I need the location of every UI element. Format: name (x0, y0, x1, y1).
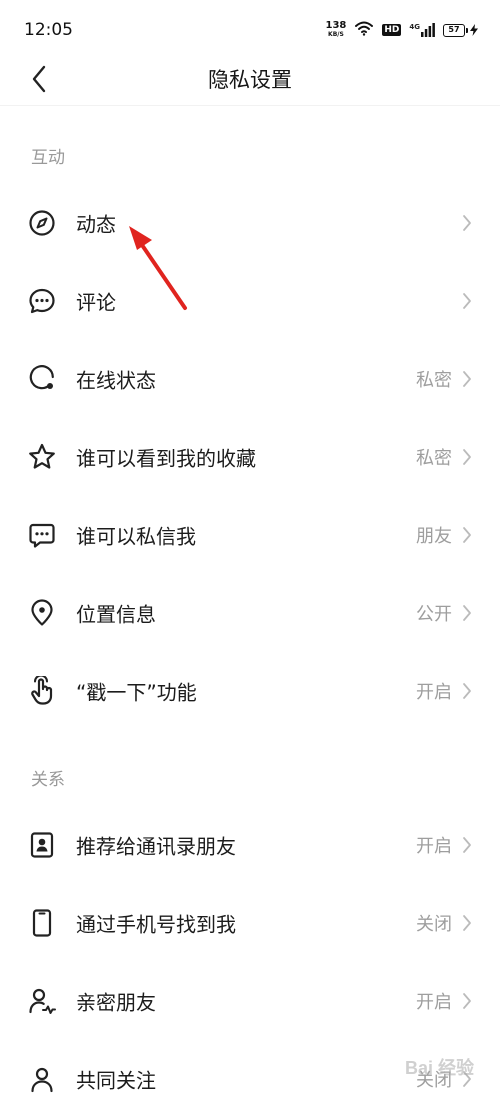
chevron-right-icon (460, 212, 474, 234)
phone-icon (27, 908, 57, 938)
contact-card-icon (27, 830, 57, 860)
row-location-info[interactable]: 位置信息 公开 (0, 574, 500, 652)
row-label: 共同关注 (76, 1065, 156, 1094)
chevron-right-icon (460, 990, 474, 1012)
status-time: 12:05 (24, 20, 73, 40)
row-value: 公开 (416, 600, 452, 626)
section-title-interaction: 互动 (31, 143, 65, 168)
status-icons: 138 KB/S HD 4G 57 (325, 20, 478, 40)
header-bar: 隐私设置 (0, 60, 500, 106)
row-label: 位置信息 (76, 599, 156, 628)
row-label: 在线状态 (76, 365, 156, 394)
row-find-by-phone[interactable]: 通过手机号找到我 关闭 (0, 884, 500, 962)
network-speed: 138 KB/S (325, 21, 346, 39)
battery-icon: 57 (443, 24, 478, 37)
hd-badge: HD (382, 24, 401, 36)
row-label: 动态 (76, 209, 116, 238)
row-label: 评论 (76, 287, 116, 316)
close-friend-icon (27, 986, 57, 1016)
online-status-icon (27, 364, 57, 394)
chevron-right-icon (460, 368, 474, 390)
row-moments[interactable]: 动态 (0, 184, 500, 262)
comment-icon (27, 286, 57, 316)
row-close-friends[interactable]: 亲密朋友 开启 (0, 962, 500, 1040)
row-direct-message[interactable]: 谁可以私信我 朋友 (0, 496, 500, 574)
status-bar: 12:05 138 KB/S HD 4G 57 (0, 0, 500, 60)
section-title-relations: 关系 (31, 765, 65, 790)
battery-level: 57 (443, 24, 465, 37)
location-pin-icon (27, 598, 57, 628)
chevron-right-icon (460, 834, 474, 856)
row-label: 推荐给通讯录朋友 (76, 831, 236, 860)
poke-hand-icon (27, 676, 57, 706)
row-label: “戳一下”功能 (76, 677, 197, 706)
chevron-right-icon (460, 524, 474, 546)
row-label: 通过手机号找到我 (76, 909, 236, 938)
network-speed-unit: KB/S (328, 30, 344, 39)
chevron-right-icon (460, 680, 474, 702)
row-comments[interactable]: 评论 (0, 262, 500, 340)
row-value: 关闭 (416, 910, 452, 936)
wifi-icon (354, 20, 374, 40)
row-recommend-contacts[interactable]: 推荐给通讯录朋友 开启 (0, 806, 500, 884)
signal-icon: 4G (409, 23, 435, 37)
row-label: 谁可以私信我 (76, 521, 196, 550)
network-type: 4G (409, 23, 420, 31)
chevron-right-icon (460, 912, 474, 934)
row-label: 谁可以看到我的收藏 (76, 443, 256, 472)
row-value: 开启 (416, 832, 452, 858)
compass-icon (27, 208, 57, 238)
chevron-right-icon (460, 602, 474, 624)
row-online-status[interactable]: 在线状态 私密 (0, 340, 500, 418)
row-value: 朋友 (416, 522, 452, 548)
row-value: 开启 (416, 988, 452, 1014)
chevron-right-icon (460, 446, 474, 468)
row-poke-feature[interactable]: “戳一下”功能 开启 (0, 652, 500, 730)
network-speed-value: 138 (325, 21, 346, 30)
watermark: Bai 经验 (405, 1054, 474, 1080)
message-icon (27, 520, 57, 550)
page-title: 隐私设置 (0, 64, 500, 94)
row-value: 私密 (416, 444, 452, 470)
row-favorites-visibility[interactable]: 谁可以看到我的收藏 私密 (0, 418, 500, 496)
row-value: 开启 (416, 678, 452, 704)
star-icon (27, 442, 57, 472)
row-label: 亲密朋友 (76, 987, 156, 1016)
chevron-right-icon (460, 290, 474, 312)
user-icon (27, 1064, 57, 1094)
row-value: 私密 (416, 366, 452, 392)
